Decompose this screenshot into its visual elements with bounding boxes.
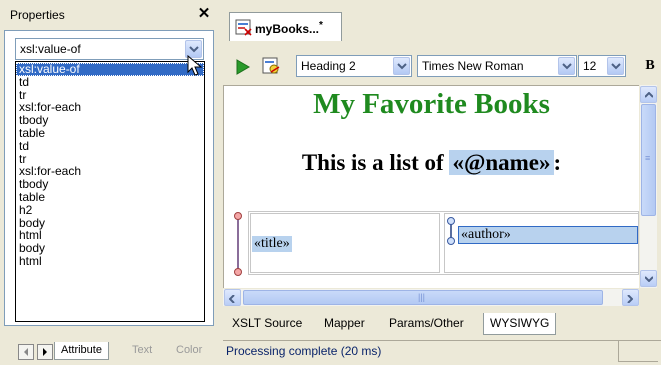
document-paragraph[interactable]: This is a list of «@name»: — [224, 150, 639, 176]
paragraph-suffix: : — [553, 150, 562, 175]
chevron-down-icon[interactable] — [558, 57, 575, 75]
play-icon[interactable] — [234, 58, 252, 76]
bold-button[interactable]: B — [640, 56, 660, 76]
document-tab-name: myBooks... — [255, 22, 320, 36]
font-select-value: Times New Roman — [422, 59, 524, 73]
vertical-scroll-thumb[interactable]: ≡ — [641, 104, 656, 216]
xslt-document-icon — [235, 18, 253, 36]
properties-title: Properties — [10, 8, 65, 22]
style-select[interactable]: Heading 2 — [296, 55, 412, 77]
dropdown-option[interactable]: html — [16, 255, 204, 268]
element-select[interactable]: xsl:value-of — [15, 38, 204, 60]
scroll-left-icon[interactable] — [18, 344, 34, 360]
grip-icon: ≡ — [645, 153, 651, 163]
tab-attribute[interactable]: Attribute — [54, 342, 109, 360]
font-size-value: 12 — [583, 59, 597, 73]
tab-color[interactable]: Color — [170, 342, 208, 360]
status-text: Processing complete (20 ms) — [226, 344, 382, 358]
document-tab[interactable]: myBooks...* — [229, 12, 342, 41]
font-select[interactable]: Times New Roman — [417, 55, 577, 77]
dropdown-option[interactable]: xsl:value-of — [16, 63, 204, 76]
cell-marker-icon[interactable] — [446, 216, 456, 246]
scroll-right-icon[interactable] — [37, 344, 53, 360]
dropdown-option[interactable]: table — [16, 127, 204, 140]
element-dropdown-list[interactable]: xsl:value-of td tr xsl:for-each tbody ta… — [15, 61, 205, 322]
horizontal-scroll-thumb[interactable]: ||| — [243, 290, 603, 305]
chevron-down-icon[interactable] — [393, 57, 410, 75]
debug-icon[interactable] — [260, 55, 282, 77]
paragraph-text: This is a list of — [301, 150, 450, 175]
tab-mapper[interactable]: Mapper — [318, 313, 371, 335]
dropdown-option[interactable]: td — [16, 139, 204, 153]
dropdown-option[interactable]: td — [16, 75, 204, 89]
scroll-down-icon[interactable] — [640, 270, 657, 287]
row-marker-icon[interactable] — [233, 211, 243, 277]
title-field[interactable]: «title» — [252, 236, 292, 252]
name-field[interactable]: «@name» — [449, 150, 554, 175]
scroll-up-icon[interactable] — [640, 86, 657, 103]
dropdown-option[interactable]: h2 — [16, 203, 204, 217]
tab-text[interactable]: Text — [126, 342, 158, 360]
status-cell — [618, 341, 658, 362]
document-heading[interactable]: My Favorite Books — [224, 88, 639, 121]
tab-params-other[interactable]: Params/Other — [383, 313, 470, 335]
grip-icon: ||| — [418, 292, 426, 302]
scroll-right-icon[interactable] — [622, 289, 639, 306]
style-select-value: Heading 2 — [301, 59, 356, 73]
tab-wysiwyg[interactable]: WYSIWYG — [483, 313, 557, 335]
dropdown-option[interactable]: table — [16, 191, 204, 204]
scroll-left-icon[interactable] — [224, 289, 241, 306]
font-size-select[interactable]: 12 — [578, 55, 626, 77]
mouse-pointer-icon — [187, 55, 203, 76]
element-select-value: xsl:value-of — [20, 42, 81, 56]
tab-xslt-source[interactable]: XSLT Source — [226, 313, 308, 335]
modified-marker: * — [319, 20, 323, 31]
dropdown-option[interactable]: body — [16, 216, 204, 230]
document-tab-label: myBooks...* — [255, 20, 323, 36]
dropdown-option[interactable]: body — [16, 242, 204, 255]
author-field[interactable]: «author» — [458, 226, 638, 244]
close-icon[interactable]: ✕ — [196, 6, 212, 22]
chevron-down-icon[interactable] — [607, 57, 624, 75]
